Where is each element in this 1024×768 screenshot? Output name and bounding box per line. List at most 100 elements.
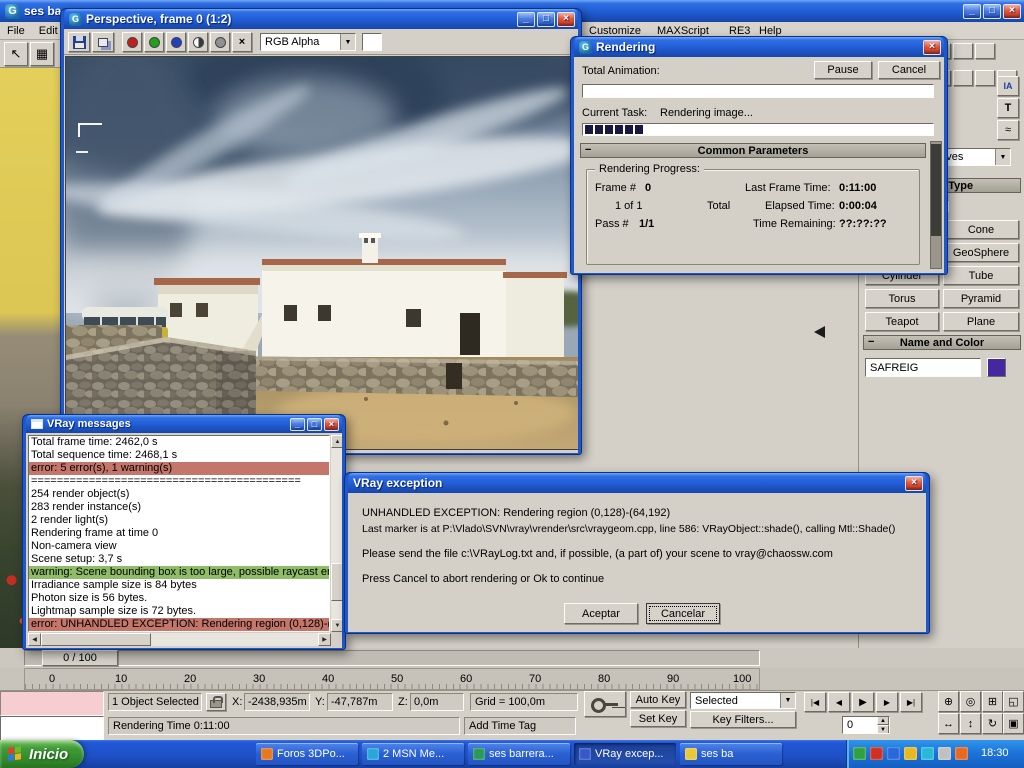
taskbar-item-ses-ba[interactable]: ses ba — [680, 743, 782, 765]
add-time-tag-field[interactable]: Add Time Tag — [464, 717, 576, 735]
z-coordinate-field[interactable]: 0,0m — [410, 693, 464, 711]
common-parameters-rollout[interactable]: − Common Parameters — [580, 143, 926, 158]
chevron-down-icon[interactable]: ▼ — [995, 149, 1010, 165]
maximize-viewport-icon[interactable]: ▣ — [1003, 713, 1024, 734]
vertical-scrollbar[interactable]: ▲ ▼ — [331, 435, 342, 632]
primitive-teapot-button[interactable]: Teapot — [865, 312, 939, 331]
primitive-cone-button[interactable]: Cone — [943, 220, 1019, 239]
cancel-button[interactable]: Cancel — [878, 61, 940, 79]
frame-ruler[interactable]: 0 10 20 30 40 50 60 70 80 90 100 — [24, 668, 760, 690]
tray-icon-6[interactable] — [938, 747, 951, 760]
set-key-toggle-button[interactable] — [584, 691, 626, 717]
object-name-field[interactable]: SAFREIG — [865, 358, 981, 377]
clock[interactable]: 18:30 — [981, 747, 1009, 759]
menu-file[interactable]: File — [0, 23, 32, 39]
primitive-plane-button[interactable]: Plane — [943, 312, 1019, 331]
scrollbar-thumb[interactable] — [331, 563, 342, 601]
toolbar-right-icon-3[interactable]: ≈ — [997, 120, 1019, 140]
minimize-icon[interactable]: _ — [517, 11, 535, 27]
maximize-icon[interactable]: □ — [983, 3, 1001, 19]
spacewarps-category-icon[interactable] — [975, 70, 995, 86]
red-channel-button[interactable] — [122, 32, 142, 52]
taskbar-item-ses-barrera[interactable]: ses barrera... — [468, 743, 570, 765]
arc-rotate-icon[interactable]: ↻ — [982, 713, 1003, 734]
current-frame-field[interactable]: 0 ▲ ▼ — [842, 716, 890, 734]
zoom-all-icon[interactable]: ◎ — [960, 691, 981, 712]
close-icon[interactable]: × — [557, 11, 575, 27]
close-icon[interactable]: × — [905, 475, 923, 491]
chevron-down-icon[interactable]: ▼ — [780, 693, 795, 708]
x-coordinate-field[interactable]: -2438,935m — [244, 693, 310, 711]
tray-icon-5[interactable] — [921, 747, 934, 760]
primitive-torus-button[interactable]: Torus — [865, 289, 939, 308]
scroll-left-icon[interactable]: ◀ — [28, 633, 41, 646]
object-color-swatch[interactable] — [987, 358, 1006, 377]
collapse-icon[interactable]: − — [585, 144, 591, 156]
key-selection-dropdown[interactable]: Selected ▼ — [690, 692, 796, 709]
mono-channel-button[interactable] — [188, 32, 208, 52]
tab-utilities-icon[interactable] — [975, 43, 995, 59]
ok-button[interactable]: Aceptar — [564, 603, 638, 624]
render-window-titlebar[interactable]: G Perspective, frame 0 (1:2) _ □ × — [64, 9, 578, 29]
vray-messages-titlebar[interactable]: VRay messages _ □ × — [26, 415, 342, 433]
play-animation-icon[interactable]: ▶ — [852, 692, 874, 712]
go-to-end-icon[interactable]: ▶| — [900, 692, 922, 712]
tray-icon-3[interactable] — [887, 747, 900, 760]
collapse-icon[interactable]: − — [868, 336, 874, 348]
key-filters-button[interactable]: Key Filters... — [690, 711, 796, 728]
auto-key-button[interactable]: Auto Key — [630, 691, 686, 708]
clear-button[interactable]: × — [232, 32, 252, 52]
toolbar-right-icon-1[interactable]: IA — [997, 76, 1019, 96]
helpers-category-icon[interactable] — [953, 70, 973, 86]
vray-exception-titlebar[interactable]: VRay exception × — [348, 473, 926, 493]
scrollbar-thumb[interactable] — [41, 633, 151, 646]
scroll-up-icon[interactable]: ▲ — [331, 435, 342, 448]
primitive-pyramid-button[interactable]: Pyramid — [943, 289, 1019, 308]
channel-display-dropdown[interactable]: RGB Alpha ▼ — [260, 33, 356, 51]
maxscript-mini-listener-pink[interactable] — [0, 691, 104, 716]
time-slider-handle[interactable]: 0 / 100 — [42, 650, 118, 666]
cancel-button[interactable]: Cancelar — [646, 603, 720, 624]
tray-icon-4[interactable] — [904, 747, 917, 760]
pan-icon[interactable]: ↔ — [938, 713, 959, 734]
pause-button[interactable]: Pause — [814, 61, 872, 79]
maximize-icon[interactable]: □ — [307, 417, 322, 431]
y-coordinate-field[interactable]: -47,787m — [327, 693, 393, 711]
zoom-icon[interactable]: ⊕ — [938, 691, 959, 712]
rollout-scrollbar[interactable] — [930, 141, 942, 269]
select-object-icon[interactable]: ↖ — [4, 42, 28, 66]
close-icon[interactable]: × — [923, 39, 941, 55]
primitive-geosphere-button[interactable]: GeoSphere — [943, 243, 1019, 262]
field-of-view-icon[interactable]: ↕ — [960, 713, 981, 734]
maxscript-mini-listener-white[interactable] — [0, 716, 104, 741]
scroll-right-icon[interactable]: ▶ — [318, 633, 331, 646]
taskbar-item-foros[interactable]: Foros 3DPo... — [256, 743, 358, 765]
frame-spinner[interactable]: ▲ ▼ — [877, 717, 889, 733]
toolbar-right-icon-2[interactable]: T — [997, 98, 1019, 118]
spinner-down-icon[interactable]: ▼ — [877, 725, 889, 733]
tray-icon-1[interactable] — [853, 747, 866, 760]
chevron-down-icon[interactable]: ▼ — [340, 34, 355, 50]
scrollbar-thumb[interactable] — [931, 144, 941, 236]
background-color-swatch[interactable] — [362, 33, 382, 51]
alpha-channel-button[interactable] — [210, 32, 230, 52]
selection-lock-button[interactable] — [206, 693, 226, 711]
minimize-icon[interactable]: _ — [290, 417, 305, 431]
taskbar-item-vray-exception[interactable]: VRay excep... — [574, 743, 676, 765]
maximize-icon[interactable]: □ — [537, 11, 555, 27]
previous-frame-icon[interactable]: ◀ — [828, 692, 850, 712]
next-frame-icon[interactable]: ▶ — [876, 692, 898, 712]
rendering-dialog-titlebar[interactable]: G Rendering × — [574, 37, 944, 57]
start-button[interactable]: Inicio — [0, 740, 85, 768]
close-icon[interactable]: × — [1003, 3, 1021, 19]
green-channel-button[interactable] — [144, 32, 164, 52]
scroll-down-icon[interactable]: ▼ — [331, 619, 342, 632]
spinner-up-icon[interactable]: ▲ — [877, 717, 889, 725]
select-region-icon[interactable]: ▦ — [30, 42, 54, 66]
blue-channel-button[interactable] — [166, 32, 186, 52]
go-to-start-icon[interactable]: |◀ — [804, 692, 826, 712]
time-slider-track[interactable] — [24, 650, 760, 666]
zoom-region-icon[interactable]: ◱ — [1003, 691, 1024, 712]
zoom-extents-icon[interactable]: ⊞ — [982, 691, 1003, 712]
tray-icon-2[interactable] — [870, 747, 883, 760]
